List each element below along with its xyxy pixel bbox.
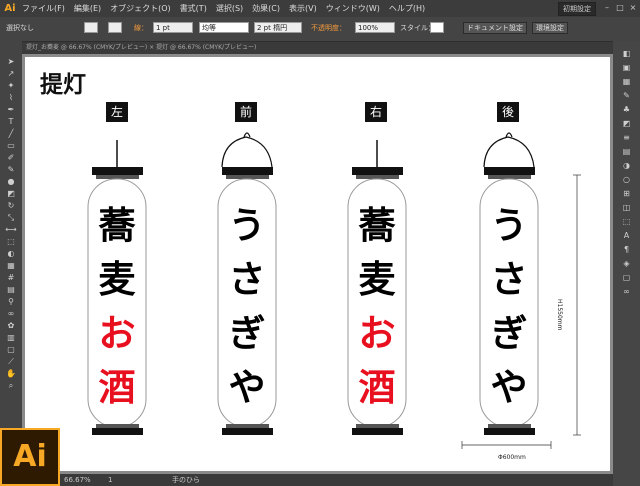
app-icon: Ai (4, 2, 16, 14)
menu-bar: Ai ファイル(F) 編集(E) オブジェクト(O) 書式(T) 選択(S) 効… (0, 0, 640, 17)
menu-select[interactable]: 選択(S) (216, 3, 243, 14)
color-guide-icon[interactable]: ▣ (619, 63, 634, 73)
pencil-tool-icon[interactable]: ✎ (4, 165, 18, 174)
stroke-label: 線： (134, 24, 148, 32)
column-graph-tool-icon[interactable]: ▥ (4, 333, 18, 342)
tools-panel: ➤ ↗ ✦ ⌇ ✒ T ╱ ▭ ✐ ✎ ● ◩ ↻ ⤡ ⟷ ⬚ ◐ ▦ # ▤ … (0, 41, 22, 486)
document-settings-button[interactable]: ドキュメント設定 (463, 22, 527, 34)
eraser-tool-icon[interactable]: ◩ (4, 189, 18, 198)
fill-swatch[interactable] (84, 22, 98, 33)
symbol-sprayer-tool-icon[interactable]: ✿ (4, 321, 18, 330)
rotate-tool-icon[interactable]: ↻ (4, 201, 18, 210)
close-icon[interactable]: × (628, 2, 638, 13)
lasso-tool-icon[interactable]: ⌇ (4, 93, 18, 102)
type-tool-icon[interactable]: T (4, 117, 18, 126)
current-tool: 手のひら (172, 476, 200, 484)
artboard-number[interactable]: 1 (108, 474, 112, 486)
paragraph-panel-icon[interactable]: ¶ (619, 245, 634, 255)
line-style-select[interactable]: 均等 (199, 22, 249, 33)
zoom-tool-icon[interactable]: ⌕ (4, 381, 18, 390)
align-panel-icon[interactable]: ⊞ (619, 189, 634, 199)
preferences-button[interactable]: 環境設定 (532, 22, 568, 34)
stroke-panel-icon[interactable]: ≡ (619, 133, 634, 143)
height-dimension-label: H1550mm (556, 299, 563, 331)
transparency-panel-icon[interactable]: ◑ (619, 161, 634, 171)
transform-panel-icon[interactable]: ⬚ (619, 217, 634, 227)
line-tool-icon[interactable]: ╱ (4, 129, 18, 138)
free-transform-tool-icon[interactable]: ⬚ (4, 237, 18, 246)
paintbrush-tool-icon[interactable]: ✐ (4, 153, 18, 162)
gradient-tool-icon[interactable]: ▤ (4, 285, 18, 294)
minimize-icon[interactable]: – (602, 2, 612, 13)
stroke-swatch[interactable] (108, 22, 122, 33)
menu-object[interactable]: オブジェクト(O) (110, 3, 171, 14)
width-dimension-label: Φ600mm (498, 454, 526, 461)
perspective-grid-tool-icon[interactable]: ▦ (4, 261, 18, 270)
brushes-panel-icon[interactable]: ✎ (619, 91, 634, 101)
graphic-style-swatch[interactable] (430, 22, 444, 33)
pathfinder-panel-icon[interactable]: ◫ (619, 203, 634, 213)
selection-tool-icon[interactable]: ➤ (4, 57, 18, 66)
artboards-panel-icon[interactable]: ▢ (619, 273, 634, 283)
right-panel-dock: ◧ ▣ ▦ ✎ ♣ ◩ ≡ ▤ ◑ ○ ⊞ ◫ ⬚ A ¶ ◈ ▢ ∞ (613, 41, 640, 486)
selection-status: 選択なし (6, 24, 34, 32)
workspace-switcher[interactable]: 初期設定 (558, 2, 596, 16)
control-panel: 選択なし 線： 1 pt 均等 2 pt 楕円 不透明度： 100% スタイル：… (0, 17, 640, 42)
status-bar: 66.67% 1 手のひら (22, 474, 613, 486)
opacity-label: 不透明度： (311, 24, 346, 32)
maximize-icon[interactable]: □ (615, 2, 625, 13)
blend-tool-icon[interactable]: ∞ (4, 309, 18, 318)
menu-edit[interactable]: 編集(E) (74, 3, 101, 14)
menu-type[interactable]: 書式(T) (180, 3, 207, 14)
menu-effect[interactable]: 効果(C) (252, 3, 280, 14)
rectangle-tool-icon[interactable]: ▭ (4, 141, 18, 150)
brush-select[interactable]: 2 pt 楕円 (254, 22, 302, 33)
scale-tool-icon[interactable]: ⤡ (4, 213, 18, 222)
character-panel-icon[interactable]: A (619, 231, 634, 241)
symbols-panel-icon[interactable]: ♣ (619, 105, 634, 115)
artboard: 提灯 左 前 右 後 蕎 麦 お 酒 う さ ぎ や 蕎 麦 お 酒 う さ ぎ… (25, 57, 610, 471)
menu-window[interactable]: ウィンドウ(W) (326, 3, 380, 14)
gradient-panel-icon[interactable]: ▤ (619, 147, 634, 157)
artboard-tool-icon[interactable]: ▢ (4, 345, 18, 354)
illustrator-logo: Ai (0, 428, 60, 486)
menu-file[interactable]: ファイル(F) (22, 3, 65, 14)
magic-wand-tool-icon[interactable]: ✦ (4, 81, 18, 90)
menu-help[interactable]: ヘルプ(H) (389, 3, 425, 14)
shape-builder-tool-icon[interactable]: ◐ (4, 249, 18, 258)
dimension-lines (461, 174, 581, 449)
hand-tool-icon[interactable]: ✋ (4, 369, 18, 378)
pen-tool-icon[interactable]: ✒ (4, 105, 18, 114)
direct-selection-tool-icon[interactable]: ↗ (4, 69, 18, 78)
color-panel-icon[interactable]: ◧ (619, 49, 634, 59)
eyedropper-tool-icon[interactable]: ⚲ (4, 297, 18, 306)
slice-tool-icon[interactable]: ⟋ (4, 357, 18, 366)
zoom-level[interactable]: 66.67% (64, 474, 91, 486)
stroke-weight-field[interactable]: 1 pt (153, 22, 193, 33)
swatches-panel-icon[interactable]: ▦ (619, 77, 634, 87)
mesh-tool-icon[interactable]: # (4, 273, 18, 282)
links-panel-icon[interactable]: ∞ (619, 287, 634, 297)
width-tool-icon[interactable]: ⟷ (4, 225, 18, 234)
layers-panel-icon[interactable]: ◈ (619, 259, 634, 269)
document-tab[interactable]: 提灯_お蕎麦 @ 66.67% (CMYK/プレビュー) × 提灯 @ 66.6… (22, 42, 617, 54)
graphic-styles-icon[interactable]: ◩ (619, 119, 634, 129)
canvas[interactable]: 提灯 左 前 右 後 蕎 麦 お 酒 う さ ぎ や 蕎 麦 お 酒 う さ ぎ… (22, 54, 613, 474)
appearance-panel-icon[interactable]: ○ (619, 175, 634, 185)
menu-view[interactable]: 表示(V) (289, 3, 317, 14)
opacity-field[interactable]: 100% (355, 22, 395, 33)
blob-brush-tool-icon[interactable]: ● (4, 177, 18, 186)
